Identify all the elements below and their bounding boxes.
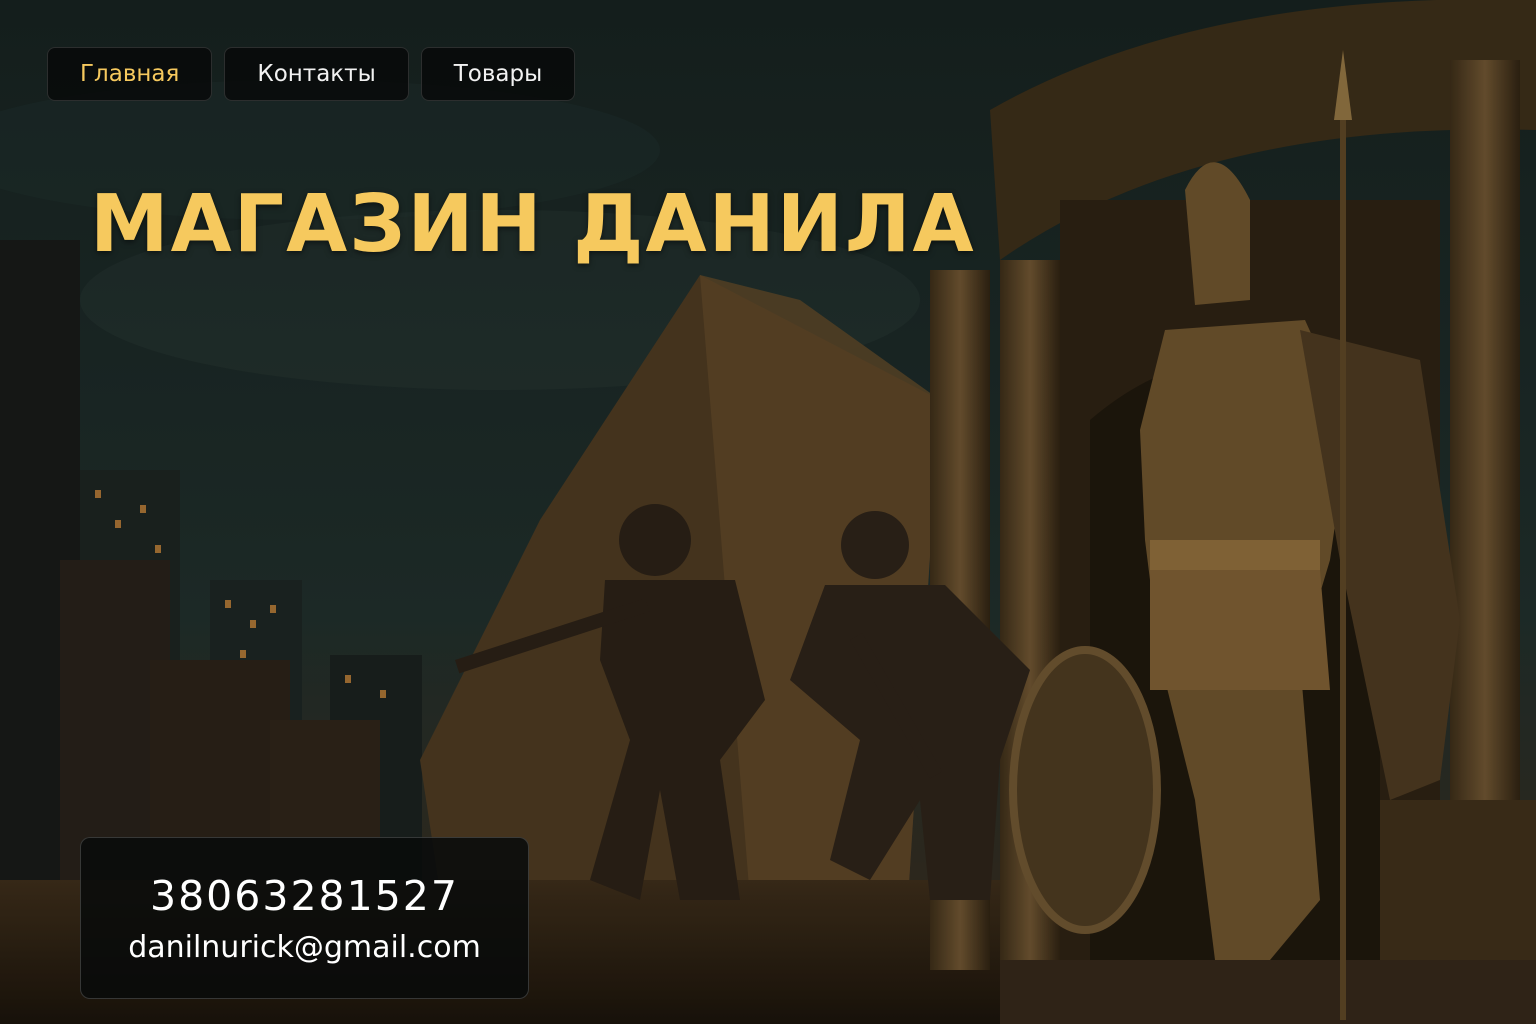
nav-contacts-button[interactable]: Контакты [224,47,409,101]
phone-number[interactable]: 38063281527 [150,872,459,920]
email-address[interactable]: danilnurick@gmail.com [128,930,481,965]
page: Главная Контакты Товары МАГАЗИН ДАНИЛА 3… [0,0,1536,1024]
nav-products-button[interactable]: Товары [420,47,576,101]
main-nav: Главная Контакты Товары [47,47,576,101]
page-title: МАГАЗИН ДАНИЛА [90,178,976,270]
contact-card: 38063281527 danilnurick@gmail.com [80,837,529,999]
nav-home-button[interactable]: Главная [47,47,213,101]
